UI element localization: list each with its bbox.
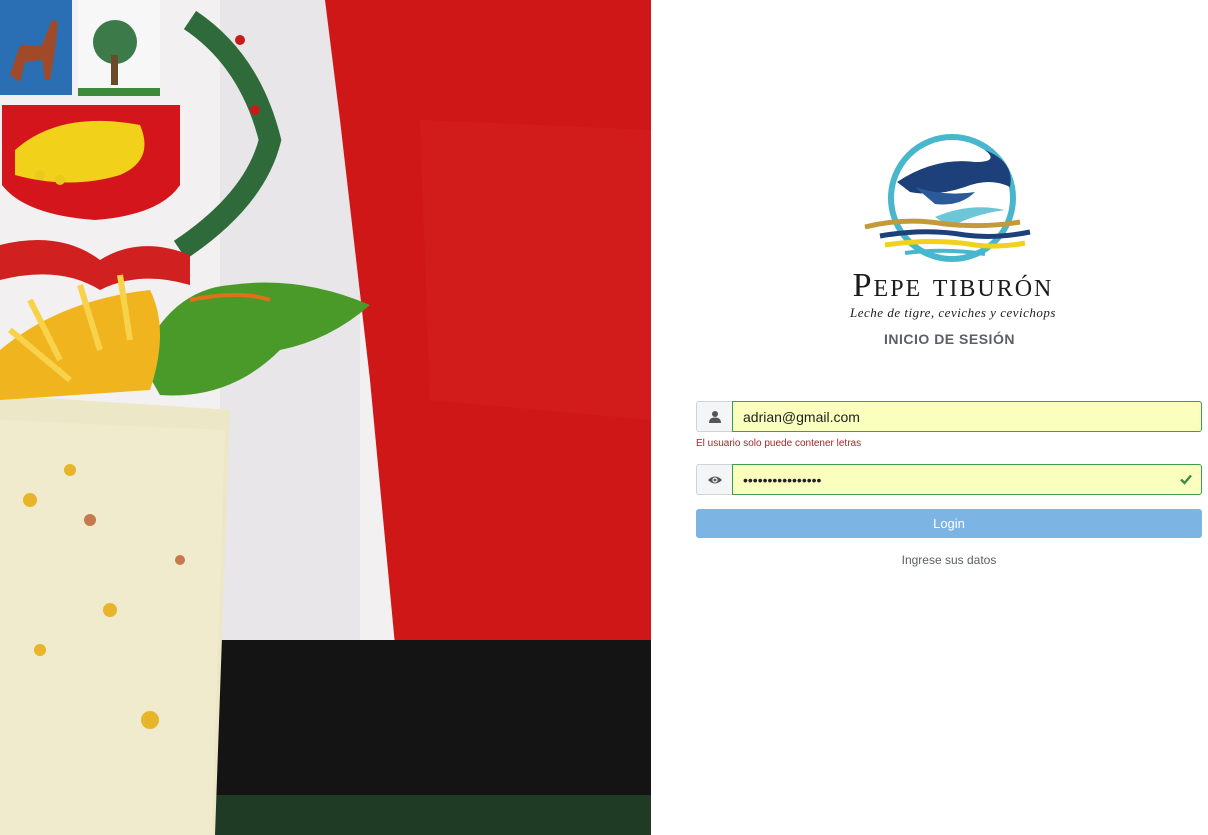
password-input[interactable] bbox=[732, 464, 1202, 495]
username-group bbox=[696, 401, 1202, 432]
password-group bbox=[696, 464, 1202, 495]
shark-logo-icon bbox=[864, 134, 1031, 262]
flag-and-drink-image bbox=[0, 0, 651, 835]
brand-tagline: Leche de tigre, ceviches y cevichops bbox=[850, 305, 1056, 320]
hero-photo bbox=[0, 0, 651, 835]
login-panel: Pepe tiburón Leche de tigre, ceviches y … bbox=[651, 0, 1208, 835]
password-field-wrap bbox=[732, 464, 1202, 495]
brand-name: Pepe tiburón bbox=[852, 267, 1054, 304]
username-field-wrap bbox=[732, 401, 1202, 432]
hint-text: Ingrese sus datos bbox=[901, 553, 997, 567]
login-button[interactable]: Login bbox=[696, 509, 1202, 538]
username-error: El usuario solo puede contener letras bbox=[696, 438, 862, 449]
username-input[interactable] bbox=[732, 401, 1202, 432]
brand-logo: Pepe tiburón Leche de tigre, ceviches y … bbox=[825, 132, 1081, 332]
checkmark-icon bbox=[1180, 474, 1192, 485]
eye-icon[interactable] bbox=[696, 464, 732, 495]
user-icon bbox=[696, 401, 732, 432]
page-title: INICIO DE SESIÓN bbox=[884, 331, 1015, 347]
